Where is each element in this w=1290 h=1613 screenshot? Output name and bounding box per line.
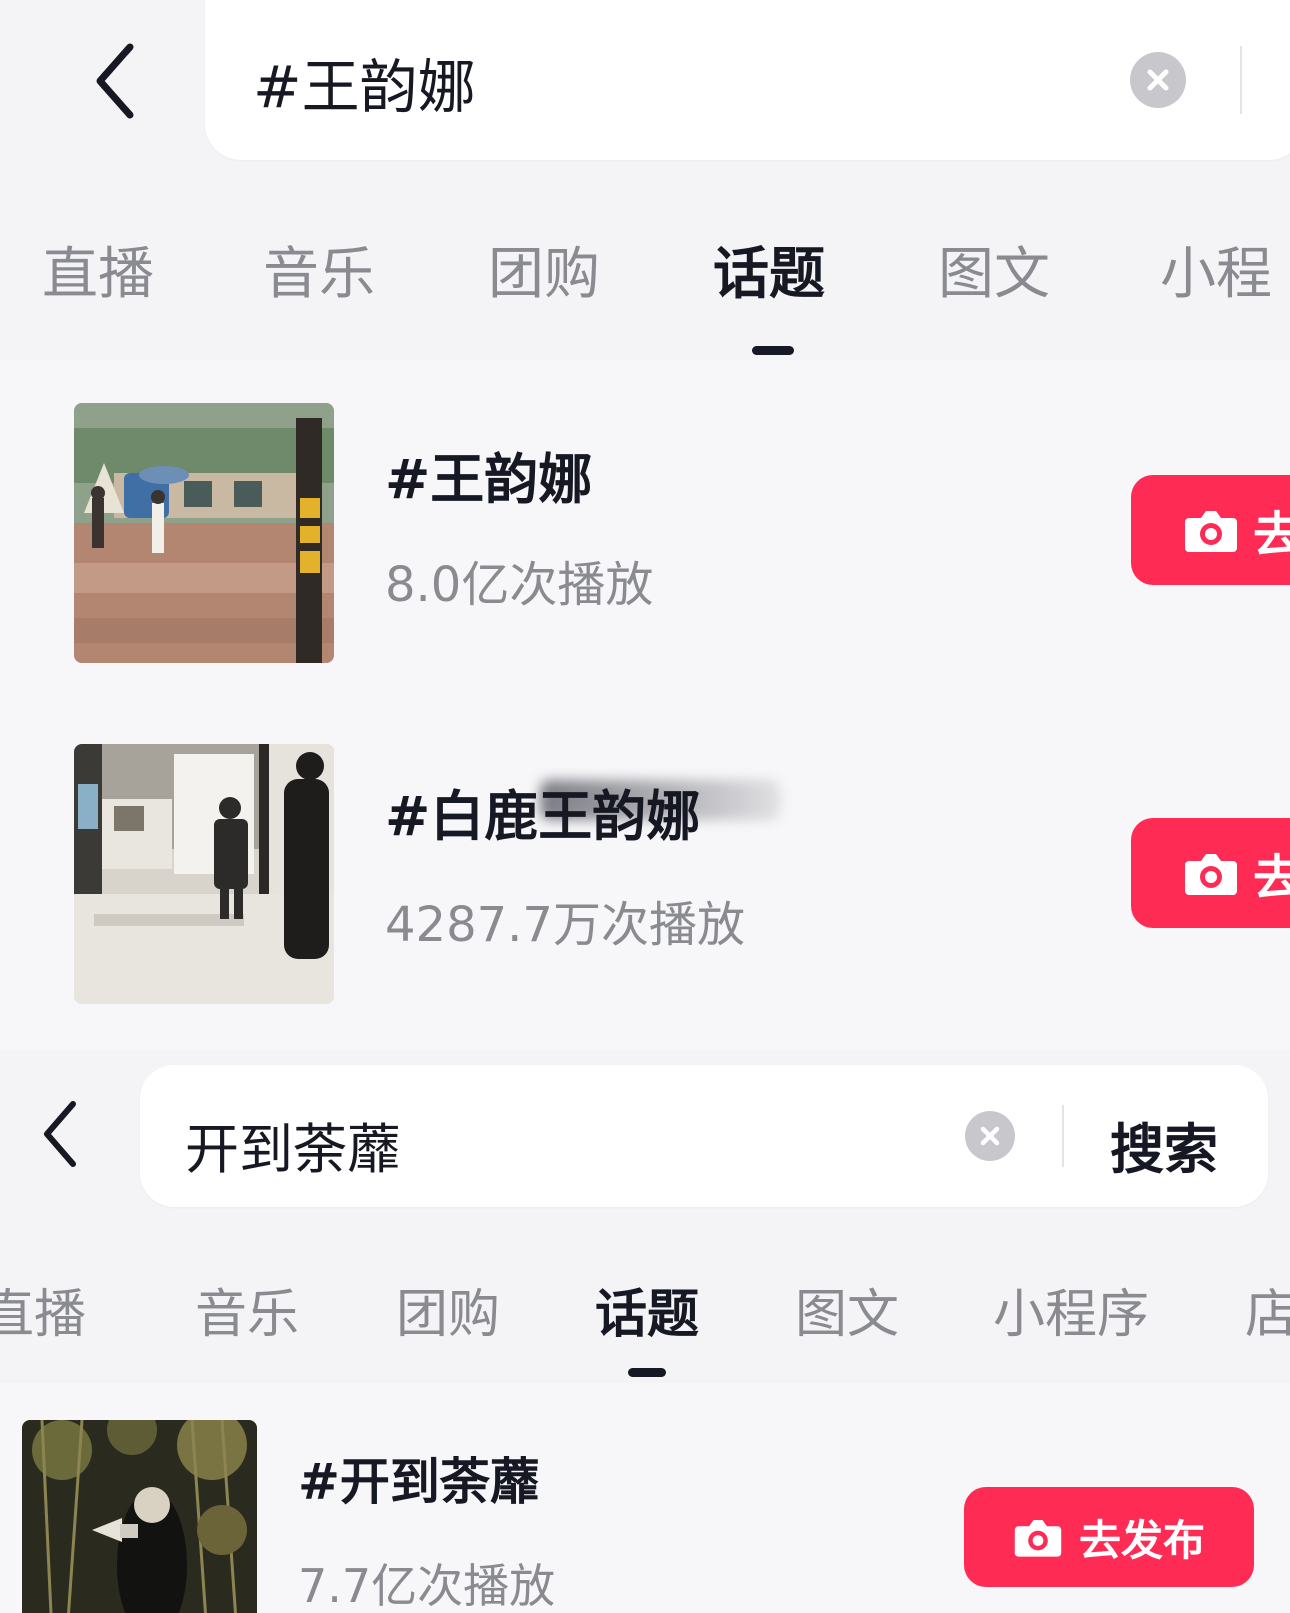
topic-thumbnail bbox=[74, 403, 334, 663]
tab-store[interactable]: 店 bbox=[1245, 1272, 1290, 1347]
tab-miniprogram[interactable]: 小程 bbox=[1160, 229, 1272, 310]
topic-thumbnail bbox=[74, 744, 334, 1004]
search-bar[interactable]: 开到荼蘼 搜索 bbox=[140, 1065, 1268, 1207]
tab-images[interactable]: 图文 bbox=[795, 1272, 899, 1347]
tab-miniprogram[interactable]: 小程序 bbox=[993, 1272, 1149, 1347]
publish-label: 去发布 bbox=[1078, 1515, 1205, 1565]
publish-button[interactable]: 去发布 bbox=[964, 1487, 1254, 1587]
publish-label: 去 bbox=[1253, 850, 1290, 906]
clear-icon[interactable] bbox=[965, 1111, 1015, 1161]
publish-label: 去 bbox=[1253, 507, 1290, 563]
back-button[interactable] bbox=[80, 38, 150, 124]
topic-play-count: 4287.7万次播放 bbox=[385, 897, 745, 953]
tab-music[interactable]: 音乐 bbox=[263, 229, 375, 310]
tab-live[interactable]: 直播 bbox=[0, 1272, 86, 1347]
screenshot-panel-2: 开到荼蘼 搜索 直播 音乐 团购 话题 图文 小程序 店 #开到荼蘼 7.7亿次… bbox=[0, 1050, 1290, 1613]
search-bar[interactable]: #王韵娜 bbox=[205, 0, 1290, 160]
tab-topics[interactable]: 话题 bbox=[713, 229, 825, 310]
tab-groupbuy[interactable]: 团购 bbox=[488, 229, 600, 310]
topic-result[interactable]: #白鹿王韵娜 4287.7万次播放 去 bbox=[0, 730, 1290, 1004]
clear-icon[interactable] bbox=[1130, 52, 1186, 108]
topic-play-count: 7.7亿次播放 bbox=[298, 1559, 556, 1613]
search-divider bbox=[1240, 46, 1242, 114]
chevron-left-icon bbox=[96, 43, 134, 119]
tab-indicator bbox=[628, 1368, 666, 1377]
category-tabs: 直播 音乐 团购 话题 图文 小程 bbox=[0, 225, 1290, 315]
tab-topics[interactable]: 话题 bbox=[595, 1272, 699, 1347]
topic-result[interactable]: #开到荼蘼 7.7亿次播放 去发布 bbox=[0, 1410, 1290, 1613]
screenshot-panel-1: #王韵娜 直播 音乐 团购 话题 图文 小程 #王韵娜 8.0亿次播放 去 42… bbox=[0, 0, 1290, 1050]
topic-thumbnail bbox=[22, 1420, 257, 1613]
topic-title: #王韵娜 bbox=[385, 448, 593, 511]
redaction-blur bbox=[540, 780, 780, 820]
publish-button[interactable]: 去 bbox=[1131, 475, 1290, 585]
chevron-left-icon bbox=[44, 1101, 76, 1167]
search-input[interactable]: #王韵娜 bbox=[253, 40, 476, 124]
tab-live[interactable]: 直播 bbox=[42, 229, 154, 310]
publish-button[interactable]: 去 bbox=[1131, 818, 1290, 928]
topic-title: #开到荼蘼 bbox=[298, 1453, 540, 1511]
camera-icon bbox=[1185, 854, 1237, 895]
search-divider bbox=[1062, 1105, 1064, 1167]
tab-music[interactable]: 音乐 bbox=[195, 1272, 299, 1347]
topic-play-count: 8.0亿次播放 bbox=[385, 557, 654, 613]
tab-indicator bbox=[752, 346, 794, 355]
category-tabs: 直播 音乐 团购 话题 图文 小程序 店 bbox=[0, 1268, 1290, 1348]
topic-result[interactable]: #王韵娜 8.0亿次播放 去 bbox=[0, 395, 1290, 665]
search-header: #王韵娜 直播 音乐 团购 话题 图文 小程 bbox=[0, 0, 1290, 360]
tab-groupbuy[interactable]: 团购 bbox=[396, 1272, 500, 1347]
tab-images[interactable]: 图文 bbox=[938, 229, 1050, 310]
search-header: 开到荼蘼 搜索 直播 音乐 团购 话题 图文 小程序 店 bbox=[0, 1050, 1290, 1383]
camera-icon bbox=[1185, 511, 1237, 552]
search-input[interactable]: 开到荼蘼 bbox=[185, 1105, 401, 1184]
camera-icon bbox=[1014, 1520, 1062, 1557]
back-button[interactable] bbox=[30, 1095, 90, 1173]
search-button[interactable]: 搜索 bbox=[1110, 1105, 1218, 1184]
